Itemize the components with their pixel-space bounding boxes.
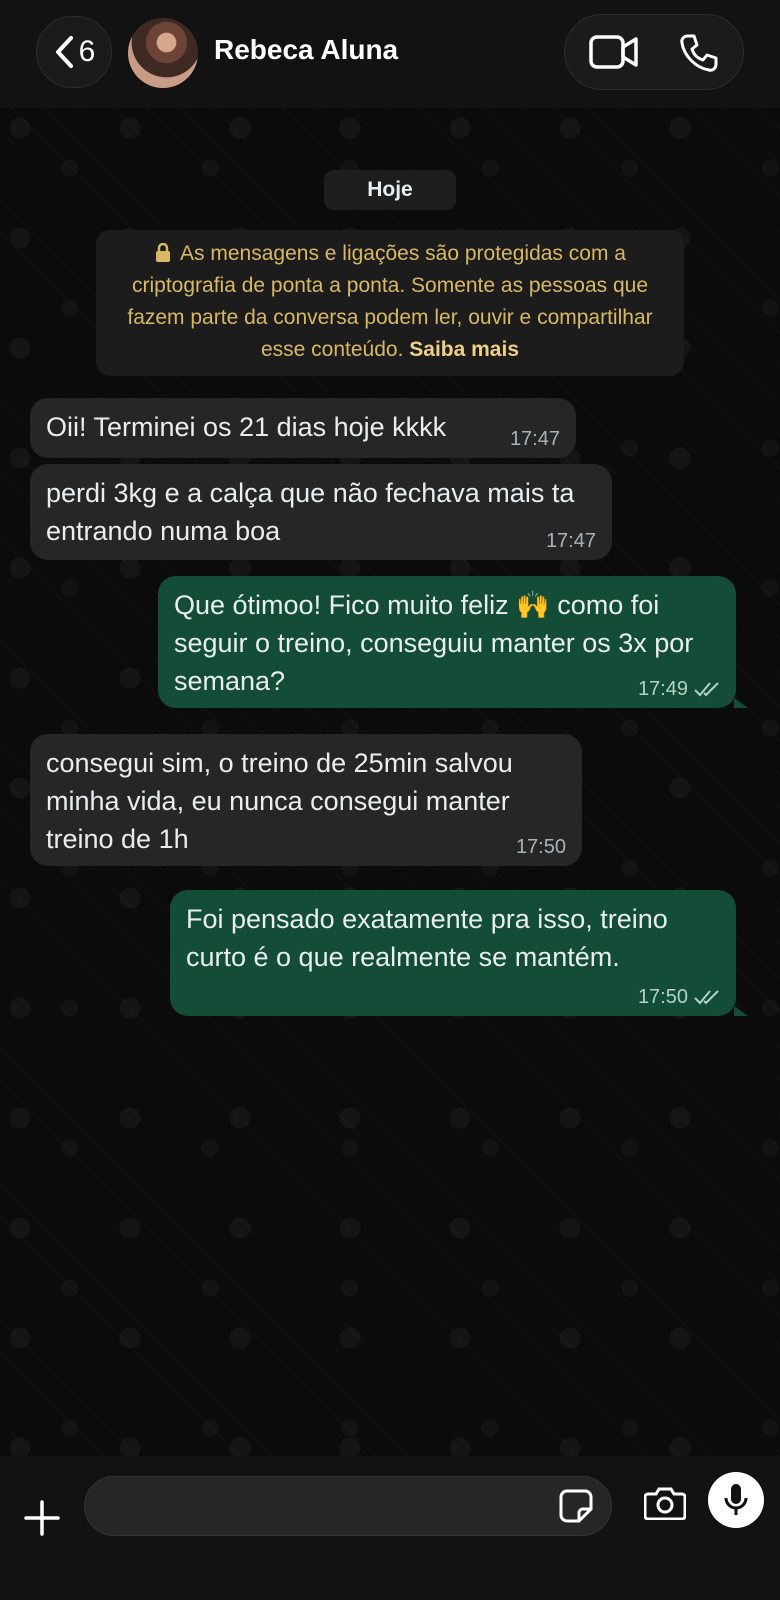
- message-time: 17:50: [638, 986, 720, 1008]
- chat-area[interactable]: Hoje As mensagens e ligações são protegi…: [0, 108, 780, 1456]
- camera-icon: [643, 1487, 687, 1521]
- bubble-tail: [734, 1006, 748, 1016]
- microphone-icon: [724, 1484, 748, 1515]
- contact-name[interactable]: Rebeca Aluna: [214, 34, 398, 66]
- camera-button[interactable]: [643, 1486, 687, 1525]
- chat-header: 6 Rebeca Aluna: [0, 0, 780, 108]
- chevron-left-icon: [55, 36, 73, 68]
- encryption-notice[interactable]: As mensagens e ligações são protegidas c…: [96, 230, 684, 376]
- voice-call-button[interactable]: [679, 33, 719, 78]
- double-check-icon: [694, 990, 719, 1005]
- voice-record-button[interactable]: [708, 1472, 764, 1528]
- message-text: perdi 3kg e a calça que não fechava mais…: [46, 478, 575, 546]
- message-bubble[interactable]: Oii! Terminei os 21 dias hoje kkkk 17:47: [30, 398, 576, 458]
- attach-button[interactable]: [22, 1498, 62, 1538]
- video-call-button[interactable]: [589, 33, 639, 76]
- message-text: Oii! Terminei os 21 dias hoje kkkk: [46, 412, 447, 442]
- message-time: 17:49: [638, 678, 720, 700]
- call-actions: [564, 14, 744, 90]
- message-text: Foi pensado exatamente pra isso, treino …: [186, 904, 668, 972]
- video-camera-icon: [589, 35, 638, 69]
- composer-bar: [0, 1456, 780, 1600]
- date-chip: Hoje: [324, 170, 456, 210]
- message-bubble[interactable]: consegui sim, o treino de 25min salvou m…: [30, 734, 582, 866]
- message-text: consegui sim, o treino de 25min salvou m…: [46, 748, 513, 854]
- double-check-icon: [694, 682, 719, 697]
- phone-icon: [680, 34, 718, 72]
- message-time: 17:47: [545, 530, 596, 552]
- avatar[interactable]: [128, 18, 198, 88]
- message-input[interactable]: [84, 1476, 612, 1536]
- bubble-tail: [734, 698, 748, 708]
- message-bubble[interactable]: perdi 3kg e a calça que não fechava mais…: [30, 464, 612, 560]
- sticker-icon: [559, 1489, 593, 1523]
- encryption-text: As mensagens e ligações são protegidas c…: [127, 242, 653, 361]
- learn-more-link[interactable]: Saiba mais: [409, 338, 519, 361]
- message-bubble[interactable]: Que ótimoo! Fico muito feliz 🙌 como foi …: [158, 576, 736, 708]
- message-text: Que ótimoo! Fico muito feliz 🙌 como foi …: [174, 590, 694, 696]
- sticker-button[interactable]: [559, 1489, 593, 1528]
- plus-icon: [24, 1500, 60, 1536]
- message-time: 17:50: [515, 836, 566, 858]
- message-time: 17:47: [509, 428, 560, 450]
- message-bubble[interactable]: Foi pensado exatamente pra isso, treino …: [170, 890, 736, 1016]
- unread-count: 6: [78, 35, 96, 68]
- back-button[interactable]: 6: [36, 16, 112, 88]
- lock-icon: [156, 243, 171, 262]
